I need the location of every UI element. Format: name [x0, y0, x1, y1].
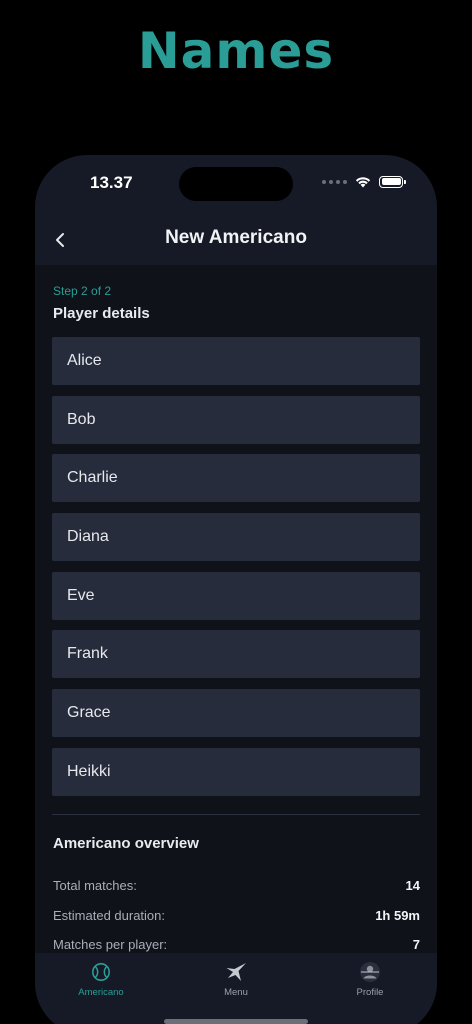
- player-name-input-7[interactable]: [52, 689, 420, 738]
- player-name-list: [52, 337, 420, 807]
- profile-icon: [359, 961, 381, 983]
- overview-label: Total matches:: [53, 878, 137, 894]
- tab-americano[interactable]: Americano: [51, 961, 151, 998]
- tab-label: Menu: [224, 987, 248, 998]
- page-title: New Americano: [165, 227, 307, 248]
- step-indicator: Step 2 of 2: [53, 284, 112, 298]
- player-name-input-3[interactable]: [52, 454, 420, 503]
- promo-title: Names: [137, 22, 335, 80]
- home-indicator: [164, 1019, 308, 1024]
- overview-row-matches-per-player: Matches per player: 7: [53, 930, 420, 953]
- tab-menu[interactable]: Menu: [186, 961, 286, 998]
- phone-screen: 13.37 New Americano Step 2 of 2 Player d…: [35, 155, 437, 1024]
- overview-label: Estimated duration:: [53, 907, 166, 923]
- page: Names 13.37 New Americano Step 2 of 2 Pl…: [0, 0, 472, 1024]
- wifi-icon: [354, 175, 372, 188]
- battery-icon: [379, 175, 406, 188]
- tab-profile[interactable]: Profile: [320, 961, 420, 998]
- section-title-player-details: Player details: [53, 305, 150, 322]
- tab-label: Americano: [78, 987, 124, 998]
- tab-label: Profile: [356, 987, 384, 998]
- player-name-input-2[interactable]: [52, 395, 420, 444]
- overview-stats: Total matches: 14 Estimated duration: 1h…: [53, 871, 420, 953]
- overview-value: 1h 59m: [375, 907, 420, 923]
- overview-label: Matches per player:: [53, 937, 168, 953]
- tab-bar: Americano Menu Profile: [35, 953, 437, 1024]
- content-area[interactable]: Step 2 of 2 Player details Americano ove…: [35, 265, 437, 953]
- star-icon: [225, 961, 247, 983]
- player-name-input-6[interactable]: [52, 630, 420, 679]
- overview-row-total-matches: Total matches: 14: [53, 871, 420, 901]
- chevron-left-icon: [56, 233, 64, 247]
- divider: [52, 814, 420, 815]
- player-name-input-8[interactable]: [52, 747, 420, 796]
- tennis-ball-icon: [90, 961, 112, 983]
- back-button[interactable]: [47, 227, 73, 253]
- overview-value: 7: [412, 937, 420, 953]
- status-bar: 13.37: [35, 155, 437, 215]
- dynamic-island: [179, 167, 293, 201]
- player-name-input-1[interactable]: [52, 337, 420, 385]
- navigation-bar: New Americano: [35, 215, 437, 265]
- status-time: 13.37: [90, 173, 133, 192]
- overview-row-estimated-duration: Estimated duration: 1h 59m: [53, 901, 420, 931]
- player-name-input-5[interactable]: [52, 571, 420, 620]
- overview-title: Americano overview: [53, 835, 199, 852]
- cellular-signal-icon: [322, 179, 347, 184]
- status-icons: [322, 175, 406, 188]
- player-name-input-4[interactable]: [52, 513, 420, 562]
- overview-value: 14: [405, 878, 420, 894]
